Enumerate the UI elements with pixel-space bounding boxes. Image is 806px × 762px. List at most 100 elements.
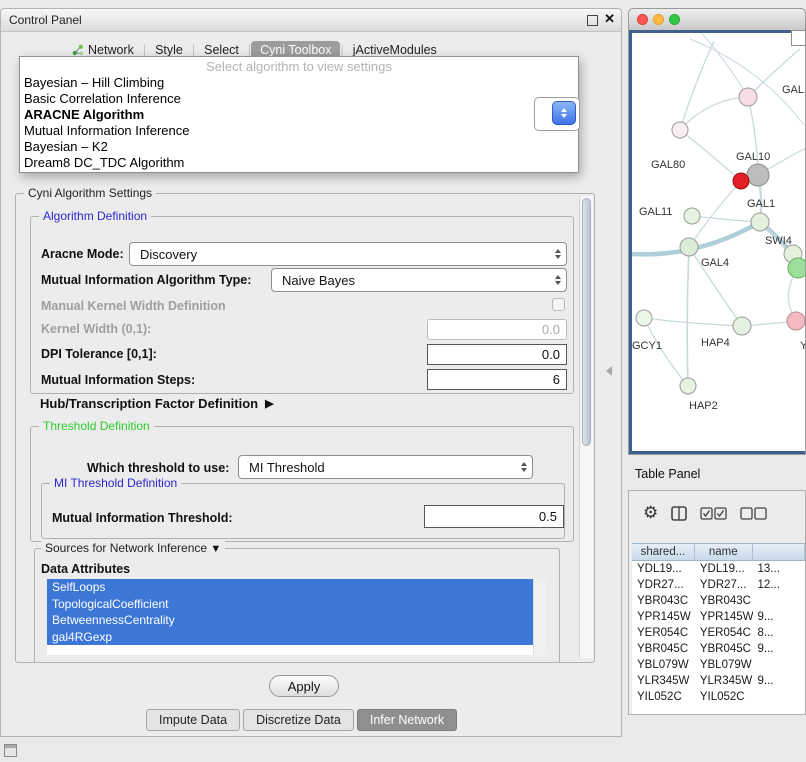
table-cell: YLR345W	[632, 675, 695, 687]
sources-disclosure[interactable]: Sources for Network Inference ▼	[41, 541, 225, 555]
attribute-item[interactable]: SelfLoops	[47, 579, 534, 596]
threshold-definition-group: Threshold Definition Which threshold to …	[30, 426, 574, 542]
network-node-label: GAL80	[651, 159, 685, 171]
network-edge[interactable]	[680, 130, 741, 181]
network-edge[interactable]	[644, 318, 688, 386]
table-row[interactable]: YLR345WYLR345W9...	[632, 673, 805, 689]
network-node-hap2[interactable]	[680, 378, 696, 394]
bottom-tab-infer-network[interactable]: Infer Network	[357, 709, 457, 731]
panel-splitter-handle[interactable]	[606, 366, 612, 376]
combobox-stepper-icon[interactable]	[552, 101, 576, 125]
algorithm-option-aracne-algorithm[interactable]: ARACNE Algorithm	[20, 107, 578, 123]
apply-button[interactable]: Apply	[269, 675, 339, 697]
algorithm-definition-group: Algorithm Definition Aracne Mode: Discov…	[30, 216, 574, 394]
minimize-traffic-icon[interactable]	[653, 14, 664, 25]
hub-definition-disclosure[interactable]: Hub/Transcription Factor Definition ▶	[40, 396, 274, 411]
table-column-header[interactable]	[753, 544, 805, 560]
algorithm-option-basic-correlation-inference[interactable]: Basic Correlation Inference	[20, 91, 578, 107]
table-row[interactable]: YIL052CYIL052C	[632, 689, 805, 705]
attribute-item[interactable]: gal4RGexp	[47, 629, 534, 646]
network-edge[interactable]	[690, 39, 804, 125]
table-cell: 9...	[753, 611, 805, 623]
aracne-mode-combobox[interactable]: Discovery	[129, 242, 567, 266]
network-canvas[interactable]: GALGAL80GAL10GAL11GAL1SWI4GAL4GCY1HAP4HA…	[629, 30, 805, 454]
table-column-header[interactable]: name	[695, 544, 753, 560]
attributes-scrollbar[interactable]	[533, 579, 547, 655]
control-panel-titlebar[interactable]: Control Panel ✕	[1, 9, 621, 32]
network-edge[interactable]	[748, 97, 758, 175]
bottom-tab-impute-data[interactable]: Impute Data	[146, 709, 240, 731]
scrollbar-thumb[interactable]	[582, 198, 591, 446]
attribute-item[interactable]: TopologicalCoefficient	[47, 596, 534, 613]
network-node-label: Y	[800, 340, 805, 352]
table-cell: YDR27...	[695, 579, 753, 591]
network-edge[interactable]	[692, 216, 760, 222]
network-node-gal11[interactable]	[684, 208, 700, 224]
network-node-label: GAL10	[736, 151, 770, 163]
network-view-window: GALGAL80GAL10GAL11GAL1SWI4GAL4GCY1HAP4HA…	[628, 8, 806, 455]
mi-threshold-field[interactable]	[424, 505, 564, 528]
attribute-item[interactable]: BetweennessCentrality	[47, 612, 534, 629]
network-node-pink-top[interactable]	[739, 88, 757, 106]
network-node-label: HAP4	[701, 337, 730, 349]
network-edge[interactable]	[687, 247, 689, 386]
algorithm-option-mutual-information-inference[interactable]: Mutual Information Inference	[20, 123, 578, 139]
tab-label: Cyni Toolbox	[260, 43, 331, 57]
table-cell: 12...	[753, 579, 805, 591]
table-row[interactable]: YBL079WYBL079W	[632, 657, 805, 673]
close-icon[interactable]: ✕	[604, 11, 615, 27]
algorithm-option-bayesian-hill-climbing[interactable]: Bayesian – Hill Climbing	[20, 75, 578, 91]
control-panel-window: Control Panel ✕ Network|Style|Select|Cyn…	[0, 8, 622, 737]
settings-scrollbar[interactable]	[579, 196, 593, 658]
mi-type-combobox[interactable]: Naive Bayes	[271, 268, 567, 292]
dropdown-placeholder[interactable]: Select algorithm to view settings	[20, 59, 578, 75]
table-cell: YDL19...	[632, 563, 695, 575]
table-cell: YDR27...	[632, 579, 695, 591]
network-window-titlebar[interactable]	[629, 9, 805, 31]
minimized-window-icon[interactable]	[4, 744, 17, 757]
tab-label: Network	[88, 43, 134, 57]
algorithm-option-dream8-dc-tdc-algorithm[interactable]: Dream8 DC_TDC Algorithm	[20, 155, 578, 171]
table-column-header[interactable]: shared...	[632, 544, 695, 560]
deselect-all-icon[interactable]	[740, 507, 767, 520]
which-threshold-combobox[interactable]: MI Threshold	[238, 455, 533, 479]
bottom-tab-discretize-data[interactable]: Discretize Data	[243, 709, 354, 731]
close-traffic-icon[interactable]	[637, 14, 648, 25]
gear-icon[interactable]: ⚙	[643, 503, 658, 523]
algorithm-option-bayesian-k2[interactable]: Bayesian – K2	[20, 139, 578, 155]
table-row[interactable]: YPR145WYPR145W9...	[632, 609, 805, 625]
network-node-hap4[interactable]	[733, 317, 751, 335]
table-row[interactable]: YER054CYER054C8...	[632, 625, 805, 641]
algorithm-definition-title: Algorithm Definition	[39, 209, 151, 223]
network-edge[interactable]	[644, 318, 742, 326]
table-row[interactable]: YBR043CYBR043C	[632, 593, 805, 609]
network-node-red[interactable]	[733, 173, 749, 189]
network-node-gal4[interactable]	[680, 238, 698, 256]
aracne-mode-label: Aracne Mode:	[41, 246, 124, 262]
network-edge[interactable]	[680, 97, 748, 130]
zoom-traffic-icon[interactable]	[669, 14, 680, 25]
network-edge[interactable]	[680, 41, 714, 130]
network-node-gal10[interactable]	[747, 164, 769, 186]
network-node-gcy1[interactable]	[636, 310, 652, 326]
columns-icon[interactable]	[671, 506, 687, 521]
table-row[interactable]: YDL19...YDL19...13...	[632, 561, 805, 577]
table-row[interactable]: YDR27...YDR27...12...	[632, 577, 805, 593]
float-window-icon[interactable]	[587, 15, 598, 26]
mi-steps-field[interactable]	[427, 369, 567, 390]
network-node-green-right[interactable]	[788, 258, 805, 278]
network-scroll-corner	[791, 30, 806, 46]
mi-steps-label: Mutual Information Steps:	[41, 372, 195, 388]
table-cell: YPR145W	[695, 611, 753, 623]
select-all-icon[interactable]	[700, 507, 727, 520]
manual-kernel-checkbox[interactable]	[552, 298, 565, 311]
algorithm-combobox[interactable]	[534, 97, 580, 131]
dpi-tolerance-field[interactable]	[427, 344, 567, 365]
table-row[interactable]: YBR045CYBR045C9...	[632, 641, 805, 657]
expand-right-icon: ▶	[265, 397, 273, 410]
table-cell: 9...	[753, 643, 805, 655]
network-node-gal1[interactable]	[751, 213, 769, 231]
network-node-gal80[interactable]	[672, 122, 688, 138]
network-node-pink-right[interactable]	[787, 312, 805, 330]
stepper-icon	[555, 275, 561, 285]
